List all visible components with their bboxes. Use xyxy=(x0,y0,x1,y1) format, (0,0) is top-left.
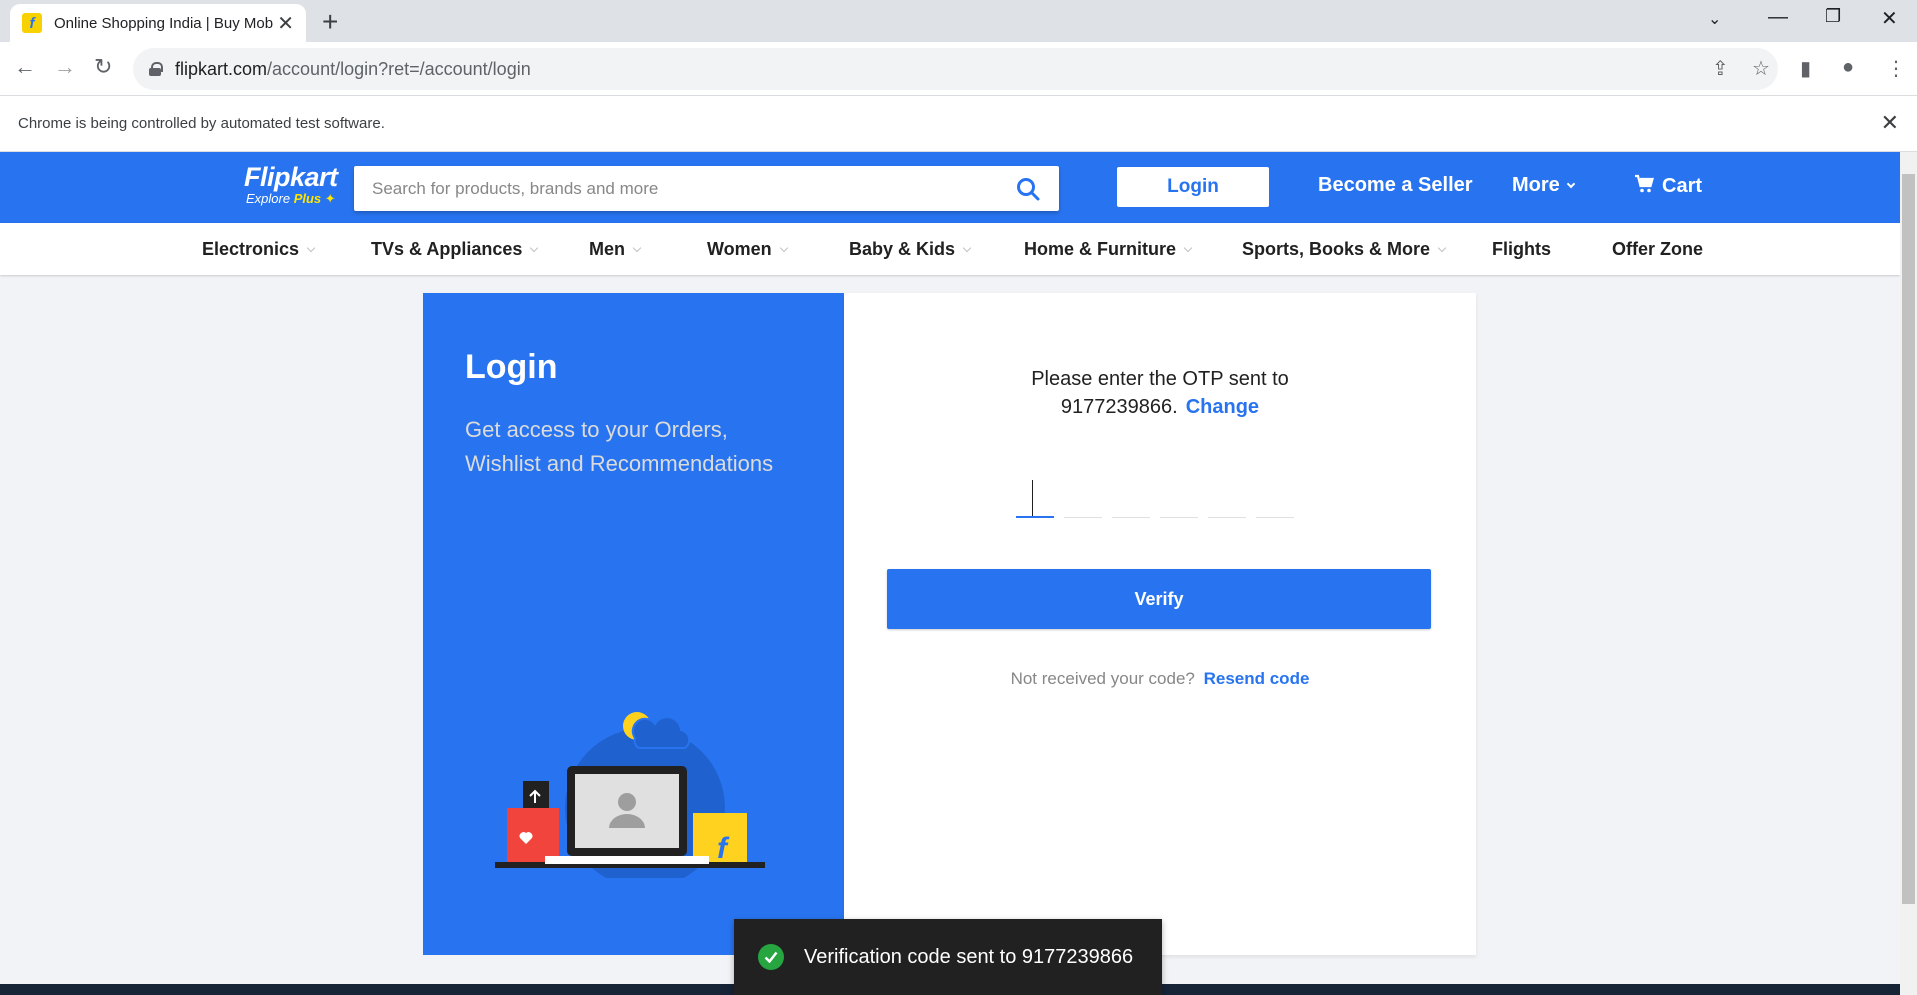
otp-digit-2[interactable] xyxy=(1064,478,1102,518)
browser-tab-strip: f Online Shopping India | Buy Mob ✕ + ⌄ … xyxy=(0,0,1917,42)
browser-tab[interactable]: f Online Shopping India | Buy Mob ✕ xyxy=(10,4,306,42)
chevron-down-icon xyxy=(1437,243,1447,253)
login-button[interactable]: Login xyxy=(1117,167,1269,207)
verify-button[interactable]: Verify xyxy=(887,569,1431,629)
chevron-down-icon xyxy=(530,243,539,253)
scrollbar-thumb[interactable] xyxy=(1902,174,1915,904)
automation-infobar: Chrome is being controlled by automated … xyxy=(0,96,1917,152)
more-menu[interactable]: More xyxy=(1512,174,1576,197)
category-electronics[interactable]: Electronics xyxy=(202,239,316,260)
resend-code-link[interactable]: Resend code xyxy=(1204,669,1310,688)
search-bar xyxy=(354,166,1059,211)
tab-title: Online Shopping India | Buy Mob xyxy=(54,14,274,32)
new-tab-icon[interactable]: + xyxy=(322,6,338,38)
menu-kebab-icon[interactable]: ⋮ xyxy=(1886,56,1906,81)
otp-inputs xyxy=(1016,478,1294,518)
chevron-down-icon xyxy=(632,243,642,253)
side-panel-icon[interactable]: ▮ xyxy=(1800,56,1811,81)
chevron-down-icon xyxy=(306,243,316,253)
category-flights[interactable]: Flights xyxy=(1492,239,1551,260)
category-tvs-appliances[interactable]: TVs & Appliances xyxy=(371,239,539,260)
category-men[interactable]: Men xyxy=(589,239,642,260)
otp-form-panel: Please enter the OTP sent to 9177239866.… xyxy=(844,293,1476,955)
page-viewport: Flipkart Explore Plus ✦ Login Become a S… xyxy=(0,152,1917,995)
otp-digit-4[interactable] xyxy=(1160,478,1198,518)
resend-row: Not received your code? Resend code xyxy=(1010,669,1310,688)
forward-icon[interactable]: → xyxy=(54,54,76,80)
chevron-down-icon xyxy=(1566,179,1576,189)
otp-digit-6[interactable] xyxy=(1256,478,1294,518)
close-window-icon[interactable]: ✕ xyxy=(1881,6,1898,31)
site-header: Flipkart Explore Plus ✦ Login Become a S… xyxy=(0,152,1900,223)
login-subtitle: Get access to your Orders, Wishlist and … xyxy=(465,417,774,476)
chevron-down-icon xyxy=(962,243,972,253)
otp-digit-3[interactable] xyxy=(1112,478,1150,518)
login-illustration-icon: f xyxy=(495,712,765,878)
cart-link[interactable]: Cart xyxy=(1634,174,1702,198)
category-nav: Electronics TVs & Appliances Men Women B… xyxy=(0,223,1900,275)
toast-message: Verification code sent to 9177239866 xyxy=(804,945,1134,968)
plus-icon: ✦ xyxy=(321,191,336,206)
share-icon[interactable]: ⇪ xyxy=(1712,56,1729,81)
url-text[interactable]: flipkart.com/account/login?ret=/account/… xyxy=(175,59,531,80)
tab-search-icon[interactable]: ⌄ xyxy=(1708,9,1721,29)
otp-prompt: Please enter the OTP sent to 9177239866.… xyxy=(1031,368,1289,418)
category-offer-zone[interactable]: Offer Zone xyxy=(1612,239,1703,260)
chevron-down-icon xyxy=(1183,243,1193,253)
chevron-down-icon xyxy=(779,243,788,253)
restore-icon[interactable]: ❐ xyxy=(1825,6,1841,27)
tab-close-icon[interactable]: ✕ xyxy=(277,11,294,36)
otp-digit-5[interactable] xyxy=(1208,478,1246,518)
infobar-text: Chrome is being controlled by automated … xyxy=(18,115,385,132)
login-info-panel: Login Get access to your Orders, Wishlis… xyxy=(423,293,844,955)
back-icon[interactable]: ← xyxy=(14,54,36,80)
infobar-close-icon[interactable]: ✕ xyxy=(1881,110,1899,136)
category-sports-books[interactable]: Sports, Books & More xyxy=(1242,239,1447,260)
category-baby-kids[interactable]: Baby & Kids xyxy=(849,239,972,260)
cart-icon xyxy=(1635,174,1654,193)
otp-phone: 9177239866. xyxy=(1060,396,1178,418)
category-women[interactable]: Women xyxy=(707,239,788,260)
become-seller-link[interactable]: Become a Seller xyxy=(1318,174,1473,197)
page-scrollbar[interactable] xyxy=(1900,152,1917,995)
flipkart-favicon-icon: f xyxy=(22,13,42,33)
flipkart-logo[interactable]: Flipkart Explore Plus ✦ xyxy=(244,162,338,207)
change-number-link[interactable]: Change xyxy=(1186,396,1259,418)
success-check-icon xyxy=(758,944,784,970)
category-home-furniture[interactable]: Home & Furniture xyxy=(1024,239,1193,260)
search-input[interactable] xyxy=(372,178,1012,199)
login-title: Login xyxy=(465,348,558,386)
profile-avatar-icon[interactable]: ● xyxy=(1842,56,1854,79)
lock-icon[interactable] xyxy=(149,62,163,76)
reload-icon[interactable]: ↻ xyxy=(94,54,112,80)
address-bar[interactable]: flipkart.com/account/login?ret=/account/… xyxy=(133,48,1778,90)
otp-digit-1[interactable] xyxy=(1016,478,1054,518)
browser-toolbar: ← → ↻ flipkart.com/account/login?ret=/ac… xyxy=(0,42,1917,96)
bookmark-star-icon[interactable]: ☆ xyxy=(1752,56,1770,81)
search-icon[interactable] xyxy=(1015,176,1041,202)
toast-notification: Verification code sent to 9177239866 xyxy=(734,919,1162,995)
minimize-icon[interactable]: — xyxy=(1768,6,1788,29)
